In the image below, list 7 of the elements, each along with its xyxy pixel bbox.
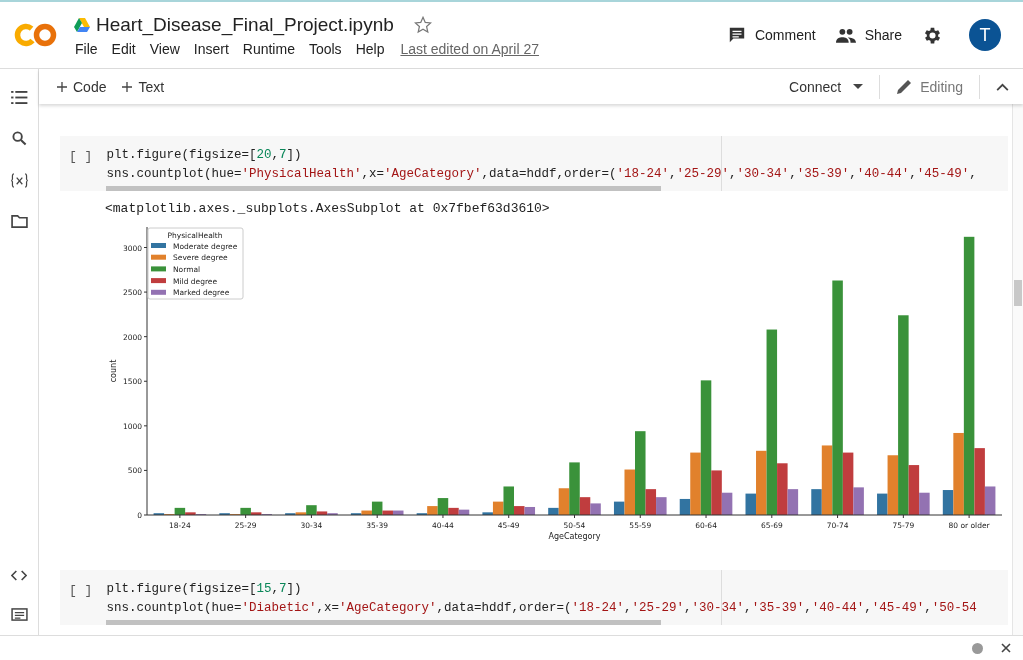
code-line: sns.countplot(hue='Diabetic',x='AgeCategory',data=hddf,order=('18-24','25-29','30-34','35-39','40-44','45-49','50-54 bbox=[106, 600, 978, 617]
output-text: <matplotlib.axes._subplots.AxesSubplot at 0x7fbef63d3610> bbox=[105, 201, 551, 216]
x-axis-title: AgeCategory bbox=[548, 532, 601, 541]
y-axis-title: count bbox=[109, 359, 118, 383]
code-line: plt.figure(figsize=[15,7]) bbox=[106, 581, 303, 598]
code-line: plt.figure(figsize=[20,7]) bbox=[106, 147, 303, 164]
code-line: sns.countplot(hue='PhysicalHealth',x='AgeCategory',data=hddf,order=('18-24','25-29','30-34','35-39','40-44','45-49', bbox=[106, 166, 978, 183]
